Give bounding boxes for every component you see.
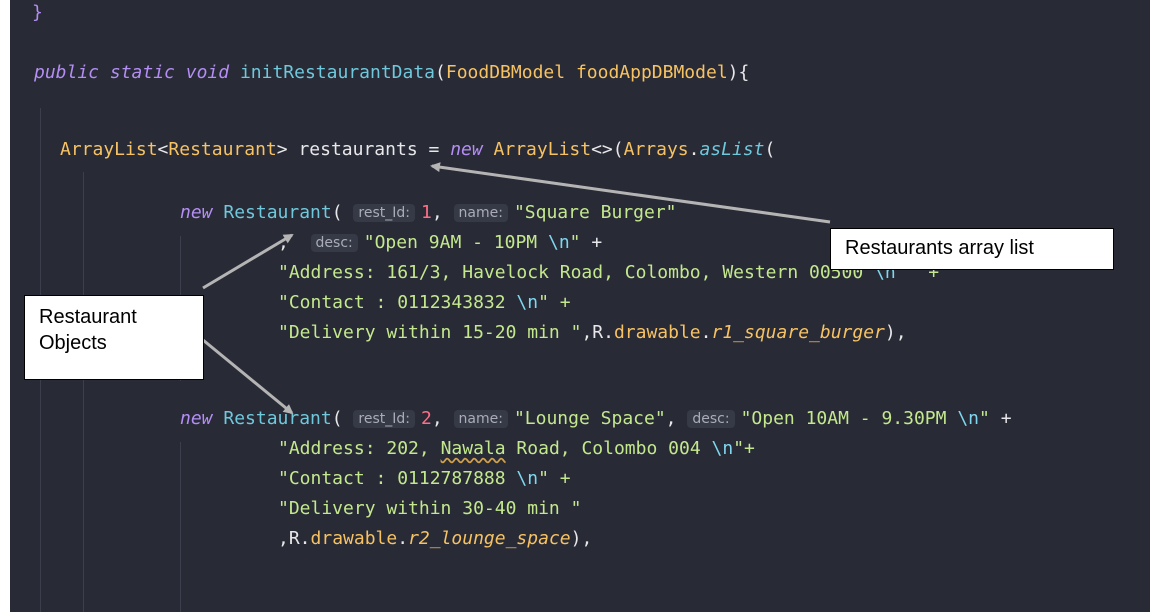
- keyword-public: public: [34, 62, 100, 83]
- paren: (: [331, 408, 343, 429]
- callout-text-line-1: Restaurant: [39, 306, 137, 328]
- paren: (: [435, 62, 446, 83]
- comma: ,: [431, 408, 443, 429]
- code-line-brace[interactable]: }: [32, 2, 43, 24]
- string-contact: "Contact : 0112343832: [278, 292, 517, 313]
- drawable-r2-lounge-space: r2_lounge_space: [408, 528, 571, 549]
- type-arraylist: ArrayList: [493, 139, 592, 160]
- dot: .: [700, 322, 712, 343]
- type-arraylist: ArrayList: [60, 139, 158, 160]
- escape-newline: \n: [516, 292, 539, 313]
- string-address: "Address: 161/3, Havelock Road, Colombo,…: [278, 262, 875, 283]
- param-hint-rest-id: rest_Id:: [353, 204, 415, 222]
- param-hint-name: name:: [453, 410, 508, 428]
- param-hint-desc: desc:: [310, 234, 358, 252]
- string-address-rest: Road, Colombo 004: [505, 438, 712, 459]
- indent-guide: [83, 172, 84, 612]
- callout-restaurants-array-list: Restaurants array list: [830, 228, 1114, 270]
- constructor-restaurant: Restaurant: [223, 202, 332, 223]
- code-line-restaurant-2-address[interactable]: "Address: 202, Nawala Road, Colombo 004 …: [278, 438, 755, 460]
- string-end: " +: [538, 292, 571, 313]
- r-reference: ,R.: [581, 322, 614, 343]
- string-delivery: "Delivery within 30-40 min ": [278, 498, 582, 519]
- code-line-restaurant-2-delivery[interactable]: "Delivery within 30-40 min ": [278, 498, 581, 520]
- escape-newline: \n: [547, 232, 570, 253]
- plus-operator: +: [580, 232, 603, 253]
- keyword-void: void: [185, 62, 230, 83]
- method-name: initRestaurantData: [239, 62, 436, 83]
- plus-operator: +: [989, 408, 1012, 429]
- code-line-restaurant-1-delivery[interactable]: "Delivery within 15-20 min ",R.drawable.…: [278, 322, 907, 344]
- arg-id: 1: [421, 202, 432, 223]
- string-end: " +: [538, 468, 571, 489]
- arg-name: "Lounge Space": [513, 408, 666, 429]
- code-line-restaurant-2-contact[interactable]: "Contact : 0112787888 \n" +: [278, 468, 571, 490]
- escape-newline: \n: [516, 468, 539, 489]
- param-hint-name: name:: [453, 204, 508, 222]
- drawable-r1-square-burger: r1_square_burger: [711, 322, 885, 343]
- field-drawable: drawable: [310, 528, 398, 549]
- dot: .: [688, 139, 700, 160]
- generic-close: >: [276, 139, 288, 160]
- quote: ": [569, 232, 581, 253]
- string-end: "+: [733, 438, 755, 459]
- code-line-restaurant-1-desc[interactable]: , desc: "Open 9AM - 10PM \n" +: [278, 232, 602, 254]
- diamond-operator: <>(: [591, 139, 624, 160]
- string-address: "Address: 202,: [278, 438, 441, 459]
- keyword-new: new: [180, 408, 213, 429]
- code-line-restaurant-1[interactable]: new Restaurant( rest_Id: 1, name: "Square …: [180, 202, 677, 224]
- keyword-static: static: [109, 62, 175, 83]
- assign-operator: =: [417, 139, 451, 160]
- method-aslist: asList: [699, 139, 765, 160]
- param-type: FoodDBModel: [445, 62, 566, 83]
- comma: ,: [431, 202, 443, 223]
- type-restaurant: Restaurant: [168, 139, 277, 160]
- code-line-restaurant-1-contact[interactable]: "Contact : 0112343832 \n" +: [278, 292, 571, 314]
- code-line-restaurant-2[interactable]: new Restaurant( rest_Id: 2, name: "Lounge …: [180, 408, 1012, 430]
- arg-name: "Square Burger": [513, 202, 677, 223]
- paren-brace: ){: [727, 62, 750, 83]
- keyword-new: new: [450, 139, 483, 160]
- keyword-new: new: [180, 202, 213, 223]
- arg-desc: "Open 9AM - 10PM: [363, 232, 548, 253]
- param-name: foodAppDBModel: [575, 62, 728, 83]
- constructor-restaurant: Restaurant: [223, 408, 332, 429]
- arg-id: 2: [421, 408, 432, 429]
- param-hint-desc: desc:: [687, 410, 735, 428]
- field-drawable: drawable: [613, 322, 701, 343]
- arg-desc: "Open 10AM - 9.30PM: [740, 408, 958, 429]
- code-line-restaurant-2-drawable[interactable]: ,R.drawable.r2_lounge_space),: [278, 528, 592, 550]
- code-line-method-signature[interactable]: public static void initRestaurantData(Fo…: [34, 62, 749, 84]
- quote: ": [979, 408, 990, 429]
- string-delivery: "Delivery within 15-20 min ": [278, 322, 582, 343]
- comma: ,: [278, 232, 289, 253]
- param-hint-rest-id: rest_Id:: [353, 410, 415, 428]
- r-reference: ,R.: [278, 528, 311, 549]
- escape-newline: \n: [711, 438, 734, 459]
- paren: (: [764, 139, 776, 160]
- code-line-arraylist-declaration[interactable]: ArrayList<Restaurant> restaurants = new …: [60, 139, 775, 161]
- class-arrays: Arrays: [623, 139, 689, 160]
- callout-text-line-2: Objects: [39, 332, 107, 354]
- typo-warning-word: Nawala: [440, 438, 506, 459]
- variable-restaurants: restaurants: [298, 139, 418, 160]
- string-contact: "Contact : 0112787888: [278, 468, 517, 489]
- comma: ,: [665, 408, 677, 429]
- escape-newline: \n: [957, 408, 980, 429]
- closing-brace: }: [32, 2, 43, 23]
- callout-restaurant-objects: Restaurant Objects: [24, 295, 204, 380]
- dot: .: [397, 528, 409, 549]
- paren: (: [331, 202, 343, 223]
- indent-guide: [180, 442, 181, 612]
- callout-text: Restaurants array list: [845, 237, 1034, 259]
- paren-comma: ),: [884, 322, 907, 343]
- generic-open: <: [157, 139, 169, 160]
- paren-comma: ),: [570, 528, 593, 549]
